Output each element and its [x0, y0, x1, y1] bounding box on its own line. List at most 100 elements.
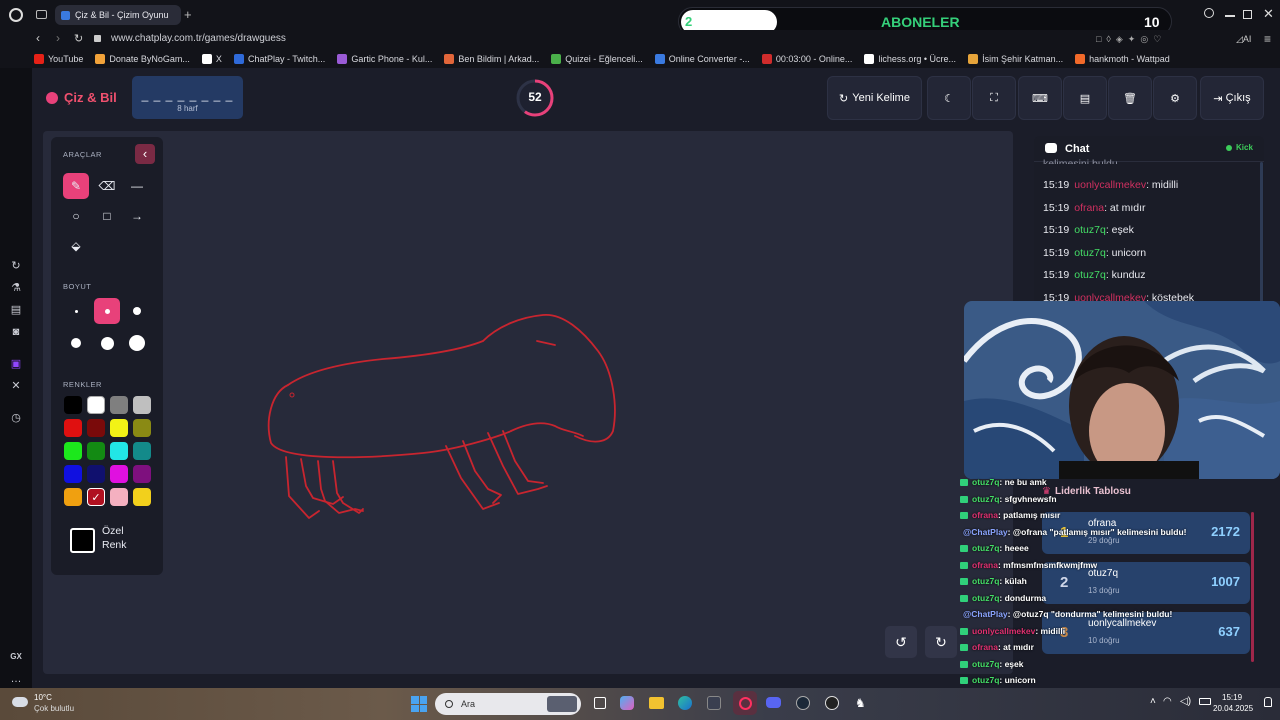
new-word-button[interactable]: ↻ Yeni Kelime: [827, 76, 922, 120]
drawing-canvas[interactable]: ↺ ↻: [43, 131, 1013, 674]
color-swatch[interactable]: [87, 419, 105, 437]
discord-icon[interactable]: [766, 697, 781, 708]
wallet-sidebar-icon[interactable]: ▤: [9, 303, 23, 317]
brush-tool-button[interactable]: ✎: [63, 173, 89, 199]
color-swatch[interactable]: [64, 488, 82, 506]
obs-icon[interactable]: [825, 696, 839, 710]
tab-manager-icon[interactable]: [36, 10, 47, 19]
search-icon[interactable]: [1204, 8, 1214, 18]
fullscreen-button[interactable]: ⛶: [972, 76, 1016, 120]
battery-icon[interactable]: [1199, 698, 1211, 705]
custom-color-swatch[interactable]: [70, 528, 95, 553]
fill-tool-button[interactable]: ⬙: [63, 233, 89, 259]
extension-icons[interactable]: □◊◈✦◎♡: [1096, 34, 1166, 45]
forward-icon[interactable]: ›: [56, 31, 60, 45]
dark-mode-button[interactable]: ☾: [927, 76, 971, 120]
color-swatch[interactable]: [87, 396, 105, 414]
size-s-button[interactable]: [94, 298, 120, 324]
volume-icon[interactable]: ◁): [1180, 696, 1191, 707]
steam-icon[interactable]: [796, 696, 810, 710]
tray-chevron-icon[interactable]: ˄: [1150, 696, 1156, 707]
color-swatch[interactable]: [64, 465, 82, 483]
arrow-tool-button[interactable]: →: [124, 203, 150, 229]
size-xl-button[interactable]: [94, 330, 120, 356]
bookmark-item[interactable]: YouTube: [34, 54, 83, 64]
notification-icon[interactable]: [1264, 697, 1272, 707]
settings-button[interactable]: ⚙: [1153, 76, 1197, 120]
chat-username[interactable]: otuz7q: [1074, 269, 1106, 281]
bookmark-item[interactable]: Ben Bildim | Arkad...: [444, 54, 539, 64]
opera-logo-icon[interactable]: [9, 8, 23, 22]
color-swatch[interactable]: [87, 442, 105, 460]
close-window-icon[interactable]: ✕: [1263, 6, 1274, 22]
color-swatch[interactable]: [133, 442, 151, 460]
rectangle-tool-button[interactable]: □: [94, 203, 120, 229]
line-tool-button[interactable]: —: [124, 173, 150, 199]
app-icon[interactable]: ♞: [855, 696, 867, 710]
color-swatch[interactable]: [64, 419, 82, 437]
bookmark-item[interactable]: Donate ByNoGam...: [95, 54, 190, 64]
start-button[interactable]: [411, 696, 427, 712]
bookmark-item[interactable]: Gartic Phone - Kul...: [337, 54, 432, 64]
chat-username[interactable]: ofrana: [1074, 202, 1104, 214]
clock-sidebar-icon[interactable]: ◷: [9, 411, 23, 425]
bookmark-item[interactable]: hankmoth - Wattpad: [1075, 54, 1170, 64]
bookmark-item[interactable]: 00:03:00 - Online...: [761, 54, 852, 64]
more-sidebar-icon[interactable]: …: [9, 672, 23, 686]
eraser-tool-button[interactable]: ⌫: [94, 173, 120, 199]
color-swatch[interactable]: [110, 396, 128, 414]
color-swatch[interactable]: [64, 442, 82, 460]
menu-icon[interactable]: ≡: [1264, 32, 1271, 46]
size-m-button[interactable]: [124, 298, 150, 324]
bookmark-item[interactable]: Online Converter -...: [654, 54, 750, 64]
task-view-icon[interactable]: [594, 697, 606, 709]
bookmark-item[interactable]: ChatPlay - Twitch...: [233, 54, 325, 64]
chat-username[interactable]: uonlycallmekev: [1074, 179, 1146, 191]
app-logo[interactable]: Çiz & Bil: [46, 90, 117, 105]
flask-sidebar-icon[interactable]: ⚗: [9, 281, 23, 295]
x-sidebar-icon[interactable]: ✕: [9, 379, 23, 393]
circle-tool-button[interactable]: ○: [63, 203, 89, 229]
taskbar-search[interactable]: Ara: [435, 693, 581, 715]
chat-username[interactable]: otuz7q: [1074, 224, 1106, 236]
wifi-icon[interactable]: ◠: [1163, 696, 1172, 707]
color-swatch[interactable]: [133, 488, 151, 506]
color-swatch[interactable]: [133, 396, 151, 414]
undo-button[interactable]: ↺: [885, 626, 917, 658]
reload-icon[interactable]: ↻: [74, 32, 83, 45]
clock-time[interactable]: 15:19: [1222, 693, 1242, 702]
back-icon[interactable]: ‹: [36, 31, 40, 45]
chat-scrollbar[interactable]: [1260, 162, 1263, 302]
opera-gx-taskbar-icon[interactable]: [733, 691, 757, 715]
color-swatch[interactable]: [64, 396, 82, 414]
bookmark-item[interactable]: lichess.org • Ücre...: [864, 54, 956, 64]
history-sidebar-icon[interactable]: ↻: [9, 259, 23, 273]
color-swatch[interactable]: [87, 465, 105, 483]
archive-button[interactable]: ▤: [1063, 76, 1107, 120]
url-field[interactable]: www.chatplay.com.tr/games/drawguess: [111, 33, 286, 44]
aria-ai-icon[interactable]: ◿AI: [1236, 34, 1251, 45]
size-l-button[interactable]: [63, 330, 89, 356]
browser-tab[interactable]: Çiz & Bil - Çizim Oyunu: [55, 5, 181, 25]
color-swatch[interactable]: [110, 419, 128, 437]
color-swatch[interactable]: [133, 419, 151, 437]
leaderboard-scrollbar[interactable]: [1251, 512, 1254, 662]
color-swatch[interactable]: [133, 465, 151, 483]
edge-icon[interactable]: [678, 696, 692, 710]
color-swatch[interactable]: [110, 488, 128, 506]
bookmark-item[interactable]: İsim Şehir Katman...: [968, 54, 1063, 64]
bookmark-item[interactable]: Quizei - Eğlenceli...: [551, 54, 643, 64]
messenger-sidebar-icon[interactable]: ◙: [9, 325, 23, 339]
clock-date[interactable]: 20.04.2025: [1213, 704, 1253, 713]
chat-username[interactable]: otuz7q: [1074, 247, 1106, 259]
copilot-icon[interactable]: [620, 696, 634, 710]
color-swatch[interactable]: [110, 442, 128, 460]
bookmark-item[interactable]: X: [201, 54, 222, 64]
maximize-icon[interactable]: [1243, 10, 1252, 19]
delete-button[interactable]: 🗑: [1108, 76, 1152, 120]
color-swatch[interactable]: [110, 465, 128, 483]
collapse-panel-button[interactable]: ‹: [135, 144, 155, 164]
keyboard-button[interactable]: ⌨: [1018, 76, 1062, 120]
file-explorer-icon[interactable]: [649, 697, 664, 709]
new-tab-icon[interactable]: +: [184, 7, 192, 22]
